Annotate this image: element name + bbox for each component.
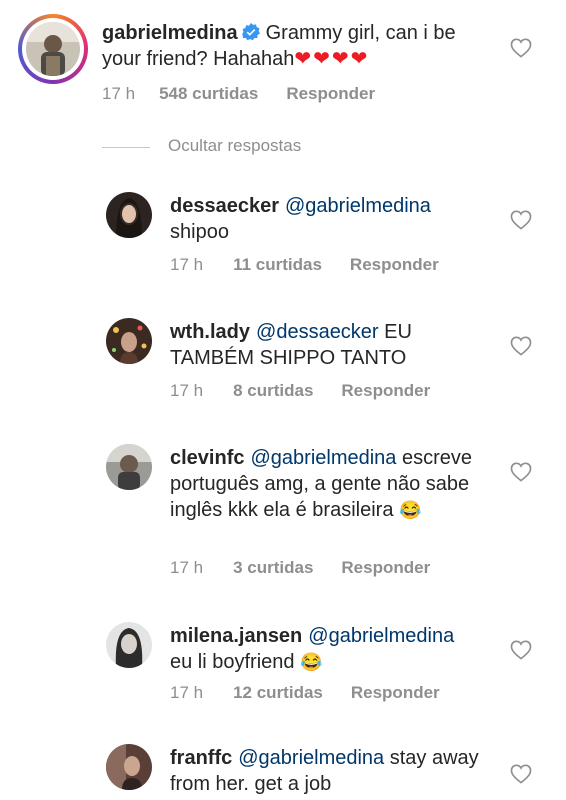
reply-mention[interactable]: @gabrielmedina	[238, 747, 384, 769]
reply-text: dessaecker @gabrielmedina shipoo	[170, 193, 490, 245]
like-heart-icon[interactable]	[510, 336, 532, 356]
likes-count[interactable]: 548 curtidas	[159, 84, 258, 103]
reply-body: eu li boyfriend	[170, 651, 295, 673]
like-heart-icon[interactable]	[510, 38, 532, 58]
avatar[interactable]	[26, 22, 80, 76]
reply-text: wth.lady @dessaecker EU TAMBÉM SHIPPO TAN…	[170, 319, 490, 371]
avatar[interactable]	[106, 192, 152, 238]
reply-meta: 17 h 12 curtidas Responder	[170, 683, 468, 703]
like-heart-icon[interactable]	[510, 764, 532, 784]
reply-time: 17 h	[170, 255, 204, 274]
avatar[interactable]	[106, 444, 152, 490]
comment-username[interactable]: gabrielmedina	[102, 22, 238, 44]
reply-comment: wth.lady @dessaecker EU TAMBÉM SHIPPO TAN…	[0, 306, 566, 416]
reply-mention[interactable]: @gabrielmedina	[250, 447, 396, 469]
like-heart-icon[interactable]	[510, 210, 532, 230]
reply-meta: 17 h 3 curtidas Responder	[170, 558, 458, 578]
avatar-image	[26, 22, 80, 76]
reply-button[interactable]: Responder	[286, 84, 375, 103]
avatar-image	[106, 622, 152, 668]
reply-username[interactable]: franffc	[170, 747, 232, 769]
comment-text: gabrielmedina Grammy girl, can i be your …	[102, 20, 492, 72]
reply-username[interactable]: clevinfc	[170, 447, 244, 469]
likes-count[interactable]: 8 curtidas	[233, 381, 313, 400]
reply-time: 17 h	[170, 381, 204, 400]
reply-mention[interactable]: @gabrielmedina	[285, 195, 431, 217]
avatar[interactable]	[106, 622, 152, 668]
avatar-image	[106, 318, 152, 364]
reply-time: 17 h	[170, 683, 204, 702]
reply-username[interactable]: milena.jansen	[170, 625, 302, 647]
main-comment: gabrielmedina Grammy girl, can i be your …	[0, 0, 566, 130]
like-heart-icon[interactable]	[510, 462, 532, 482]
reply-mention[interactable]: @gabrielmedina	[308, 625, 454, 647]
reply-comment: dessaecker @gabrielmedina shipoo 17 h 11 cu…	[0, 180, 566, 290]
laughing-emoji: 😂	[399, 500, 422, 520]
avatar[interactable]	[106, 744, 152, 790]
reply-button[interactable]: Responder	[341, 558, 430, 577]
avatar-image	[106, 744, 152, 790]
reply-button[interactable]: Responder	[341, 381, 430, 400]
hide-replies-label[interactable]: Ocultar respostas	[168, 136, 301, 156]
reply-text: franffc @gabrielmedina stay away from her…	[170, 745, 490, 797]
comment-time: 17 h	[102, 84, 136, 103]
avatar[interactable]	[106, 318, 152, 364]
likes-count[interactable]: 11 curtidas	[233, 255, 322, 274]
avatar-image	[106, 444, 152, 490]
divider-line	[102, 147, 150, 148]
reply-comment: franffc @gabrielmedina stay away from her…	[0, 734, 566, 800]
reply-button[interactable]: Responder	[350, 255, 439, 274]
reply-body: shipoo	[170, 221, 229, 243]
reply-username[interactable]: wth.lady	[170, 321, 250, 343]
reply-mention[interactable]: @dessaecker	[256, 321, 379, 343]
story-ring[interactable]	[18, 14, 88, 84]
likes-count[interactable]: 12 curtidas	[233, 683, 323, 702]
reply-text: milena.jansen @gabrielmedina eu li boyfrie…	[170, 623, 490, 675]
comment-meta: 17 h 548 curtidas Responder	[102, 84, 403, 104]
reply-time: 17 h	[170, 558, 204, 577]
reply-meta: 17 h 8 curtidas Responder	[170, 381, 458, 401]
laughing-emoji: 😂	[300, 652, 323, 672]
reply-comment: clevinfc @gabrielmedina escreve português…	[0, 432, 566, 592]
reply-username[interactable]: dessaecker	[170, 195, 279, 217]
like-heart-icon[interactable]	[510, 640, 532, 660]
reply-button[interactable]: Responder	[351, 683, 440, 702]
avatar-image	[106, 192, 152, 238]
likes-count[interactable]: 3 curtidas	[233, 558, 313, 577]
verified-badge-icon	[241, 23, 260, 41]
reply-text: clevinfc @gabrielmedina escreve português…	[170, 445, 500, 523]
reply-meta: 17 h 11 curtidas Responder	[170, 255, 467, 275]
heart-emojis: ❤❤❤❤	[294, 48, 370, 70]
reply-comment: milena.jansen @gabrielmedina eu li boyfrie…	[0, 610, 566, 720]
